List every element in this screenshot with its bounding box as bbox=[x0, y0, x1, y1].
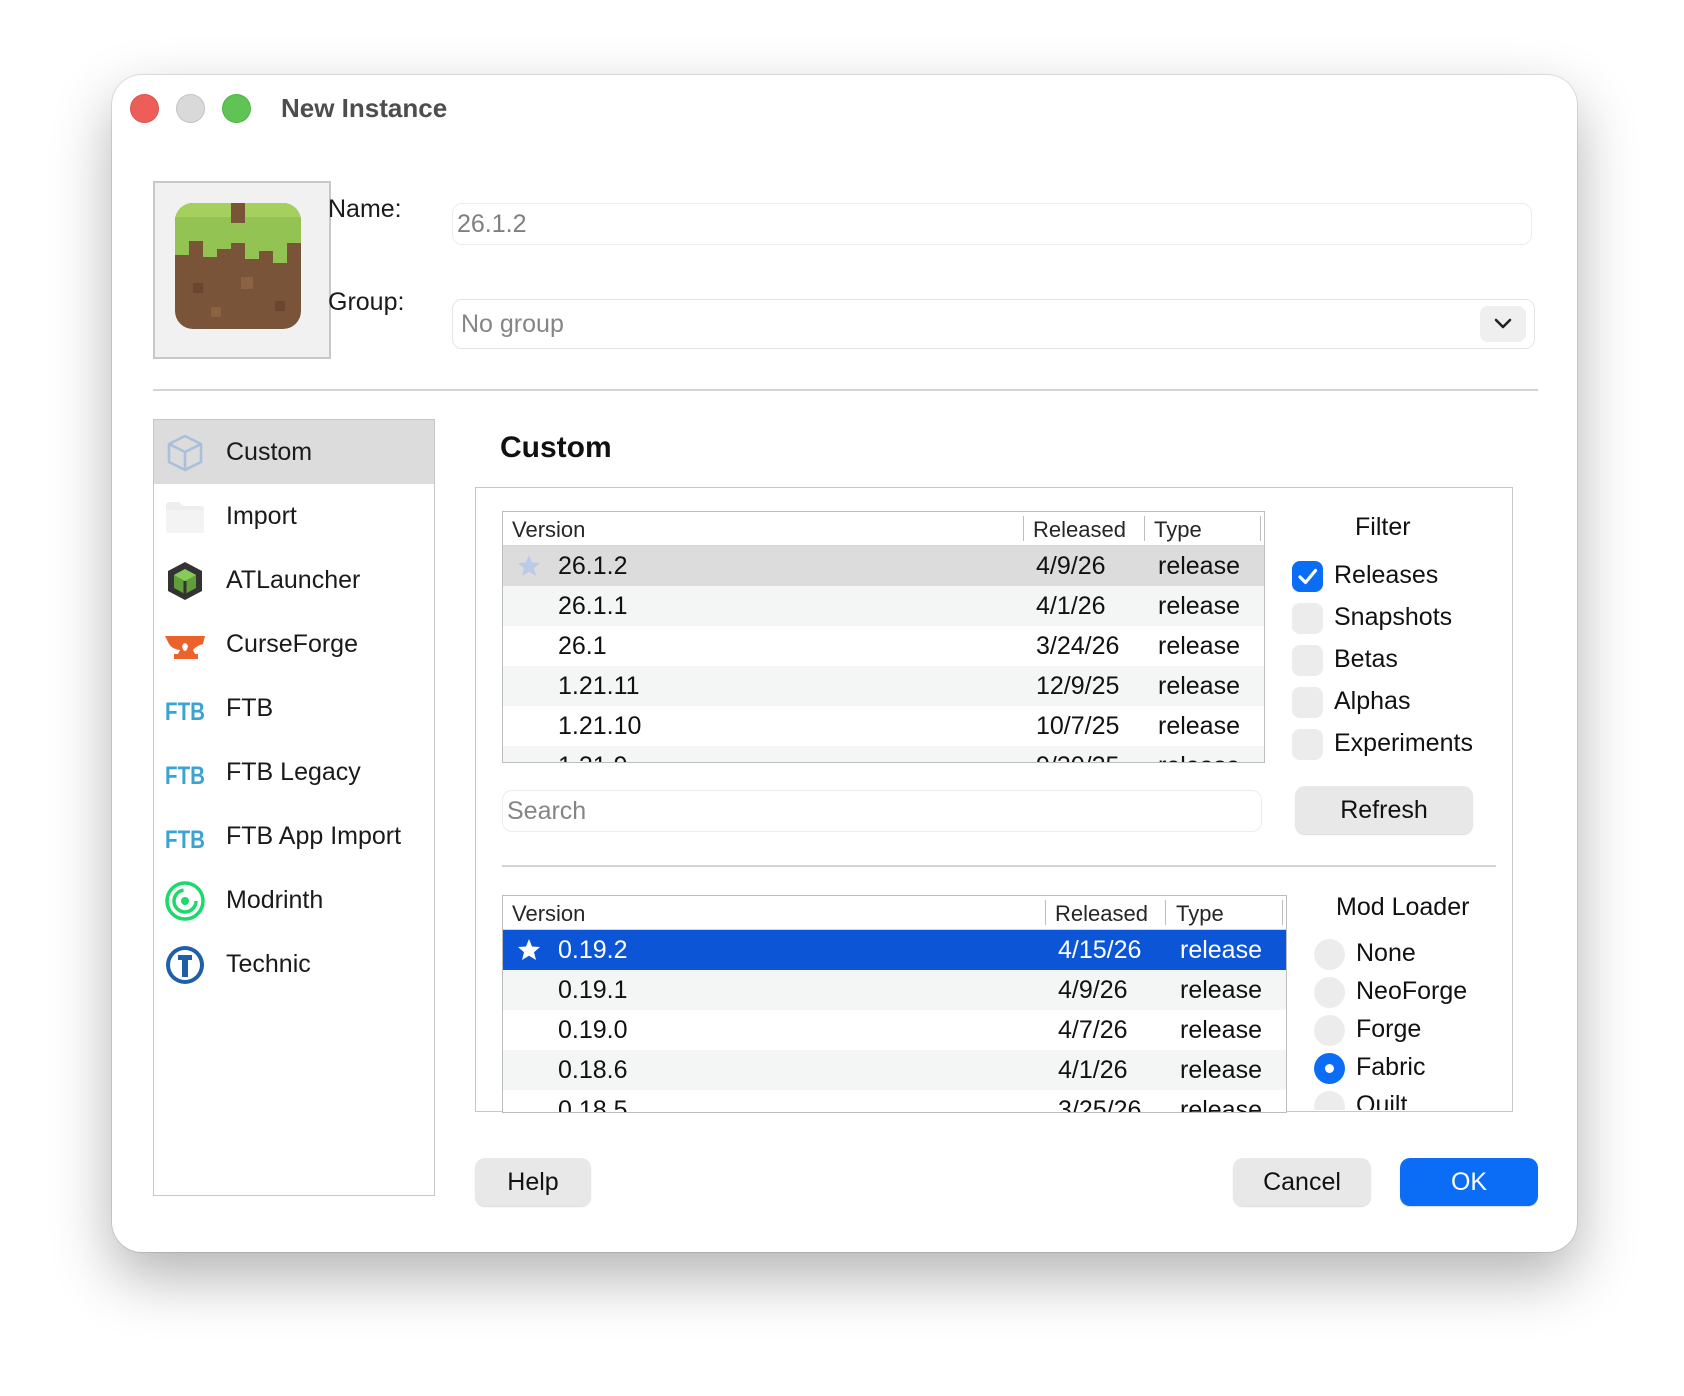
checkmark-icon bbox=[1298, 568, 1318, 585]
table-row[interactable]: 26.1.1 4/1/26 release bbox=[503, 586, 1264, 626]
grass-block-icon bbox=[175, 203, 301, 329]
column-header-version[interactable]: Version bbox=[512, 901, 585, 927]
name-input[interactable]: 26.1.2 bbox=[452, 203, 1532, 245]
group-combobox[interactable]: No group bbox=[452, 299, 1535, 349]
cancel-button[interactable]: Cancel bbox=[1233, 1158, 1371, 1206]
sidebar-item-modrinth[interactable]: Modrinth bbox=[154, 868, 434, 932]
column-header-released[interactable]: Released bbox=[1055, 901, 1148, 927]
forge-label[interactable]: Forge bbox=[1356, 1015, 1421, 1044]
fabric-label[interactable]: Fabric bbox=[1356, 1053, 1425, 1082]
sidebar-item-import[interactable]: Import bbox=[154, 484, 434, 548]
minecraft-versions-table[interactable]: Version Released Type 26.1.2 4/9/26 rele… bbox=[502, 511, 1265, 763]
mod-loader-group: Mod Loader None NeoForge Forge Fabric Qu… bbox=[1292, 875, 1510, 1110]
neoforge-label[interactable]: NeoForge bbox=[1356, 977, 1467, 1006]
alphas-checkbox[interactable] bbox=[1292, 687, 1323, 718]
svg-text:FTB: FTB bbox=[165, 762, 205, 790]
table-row[interactable]: 26.1 3/24/26 release bbox=[503, 626, 1264, 666]
group-label: Group: bbox=[328, 288, 405, 316]
sidebar-item-label: CurseForge bbox=[226, 630, 358, 658]
fabric-radio[interactable] bbox=[1314, 1053, 1345, 1084]
name-label: Name: bbox=[328, 195, 402, 223]
star-icon bbox=[518, 555, 540, 576]
loader-divider bbox=[502, 865, 1496, 867]
svg-text:FTB: FTB bbox=[165, 826, 205, 854]
ftb-icon: FTB bbox=[165, 762, 205, 790]
column-header-version[interactable]: Version bbox=[512, 517, 585, 543]
sidebar-item-label: FTB App Import bbox=[226, 822, 402, 850]
sidebar-item-label: Technic bbox=[226, 950, 311, 978]
table-row[interactable]: 1.21.10 10/7/25 release bbox=[503, 706, 1264, 746]
star-icon bbox=[518, 939, 540, 960]
column-header-type[interactable]: Type bbox=[1154, 517, 1202, 543]
sidebar-item-label: ATLauncher bbox=[226, 566, 361, 594]
table-header: Version Released Type bbox=[503, 896, 1286, 930]
svg-text:FTB: FTB bbox=[165, 698, 205, 726]
header-divider bbox=[153, 389, 1538, 391]
none-radio[interactable] bbox=[1314, 939, 1345, 970]
curseforge-icon bbox=[165, 636, 205, 659]
table-row[interactable]: 0.19.2 4/15/26 release bbox=[503, 930, 1286, 970]
technic-icon bbox=[166, 946, 204, 984]
modrinth-icon bbox=[165, 881, 205, 921]
table-row[interactable]: 0.19.0 4/7/26 release bbox=[503, 1010, 1286, 1050]
chevron-down-icon[interactable] bbox=[1480, 306, 1526, 342]
neoforge-radio[interactable] bbox=[1314, 977, 1345, 1008]
minimize-window-button[interactable] bbox=[176, 94, 205, 123]
sidebar-item-ftb-legacy[interactable]: FTB FTB Legacy bbox=[154, 740, 434, 804]
none-label[interactable]: None bbox=[1356, 939, 1416, 968]
sidebar-item-curseforge[interactable]: CurseForge bbox=[154, 612, 434, 676]
sidebar-item-ftb-app-import[interactable]: FTB FTB App Import bbox=[154, 804, 434, 868]
table-row[interactable]: 0.18.6 4/1/26 release bbox=[503, 1050, 1286, 1090]
refresh-button[interactable]: Refresh bbox=[1295, 786, 1473, 834]
sidebar-item-ftb[interactable]: FTB FTB bbox=[154, 676, 434, 740]
quilt-label[interactable]: Quilt bbox=[1356, 1091, 1407, 1110]
cube-icon bbox=[167, 434, 203, 472]
sidebar-item-label: Custom bbox=[226, 438, 313, 466]
sidebar-item-custom[interactable]: Custom bbox=[154, 420, 434, 484]
experiments-label[interactable]: Experiments bbox=[1334, 729, 1473, 758]
search-input[interactable]: Search bbox=[502, 790, 1262, 832]
mod-loader-versions-table[interactable]: Version Released Type 0.19.2 4/15/26 rel… bbox=[502, 895, 1287, 1113]
releases-checkbox[interactable] bbox=[1292, 561, 1323, 592]
alphas-label[interactable]: Alphas bbox=[1334, 687, 1410, 716]
zoom-window-button[interactable] bbox=[222, 94, 251, 123]
column-header-released[interactable]: Released bbox=[1033, 517, 1126, 543]
sidebar-item-technic[interactable]: Technic bbox=[154, 932, 434, 996]
sidebar-item-atlauncher[interactable]: ATLauncher bbox=[154, 548, 434, 612]
experiments-checkbox[interactable] bbox=[1292, 729, 1323, 760]
sidebar-item-label: Import bbox=[226, 502, 297, 530]
sidebar-item-label: FTB Legacy bbox=[226, 758, 361, 786]
close-window-button[interactable] bbox=[130, 94, 159, 123]
table-row[interactable]: 0.19.1 4/9/26 release bbox=[503, 970, 1286, 1010]
sidebar-item-label: Modrinth bbox=[226, 886, 324, 914]
betas-label[interactable]: Betas bbox=[1334, 645, 1398, 674]
table-row[interactable]: 1.21.11 12/9/25 release bbox=[503, 666, 1264, 706]
ftb-icon: FTB bbox=[165, 826, 205, 854]
source-sidebar: Custom Import ATLauncher CurseForge FTB … bbox=[153, 419, 435, 1196]
snapshots-label[interactable]: Snapshots bbox=[1334, 603, 1452, 632]
atlauncher-icon bbox=[168, 562, 202, 600]
page-title: Custom bbox=[500, 431, 612, 464]
releases-label[interactable]: Releases bbox=[1334, 561, 1438, 590]
table-header: Version Released Type bbox=[503, 512, 1264, 546]
forge-radio[interactable] bbox=[1314, 1015, 1345, 1046]
help-button[interactable]: Help bbox=[475, 1158, 591, 1206]
table-row[interactable]: 1.21.9 9/30/25 release bbox=[503, 746, 1264, 762]
quilt-radio[interactable] bbox=[1314, 1091, 1345, 1110]
ftb-icon: FTB bbox=[165, 698, 205, 726]
table-row[interactable]: 26.1.2 4/9/26 release bbox=[503, 546, 1264, 586]
table-row[interactable]: 0.18.5 3/25/26 release bbox=[503, 1090, 1286, 1112]
group-value: No group bbox=[461, 310, 564, 338]
filter-title: Filter bbox=[1355, 513, 1411, 541]
folder-icon bbox=[166, 502, 204, 533]
new-instance-dialog: New Instance Name: 26.1.2 Group: No grou… bbox=[112, 75, 1577, 1252]
instance-icon-button[interactable] bbox=[153, 181, 331, 359]
sidebar-item-label: FTB bbox=[226, 694, 274, 722]
mod-loader-title: Mod Loader bbox=[1336, 893, 1470, 921]
snapshots-checkbox[interactable] bbox=[1292, 603, 1323, 634]
column-header-type[interactable]: Type bbox=[1176, 901, 1224, 927]
betas-checkbox[interactable] bbox=[1292, 645, 1323, 676]
window-title: New Instance bbox=[281, 93, 448, 123]
ok-button[interactable]: OK bbox=[1400, 1158, 1538, 1206]
